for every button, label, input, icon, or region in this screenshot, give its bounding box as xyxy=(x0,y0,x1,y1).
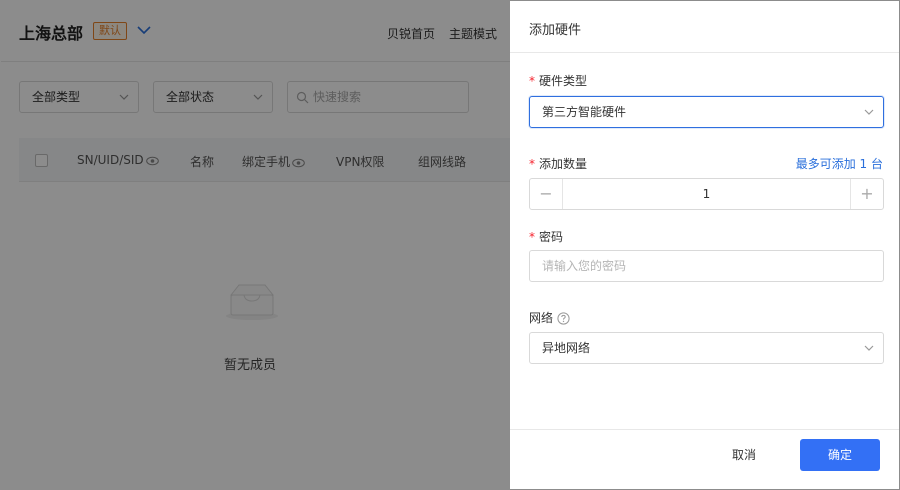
password-input[interactable] xyxy=(529,250,884,282)
drawer-header: 添加硬件 xyxy=(510,1,899,53)
network-value: 异地网络 xyxy=(542,341,591,355)
hardware-type-select[interactable]: 第三方智能硬件 xyxy=(529,96,884,128)
decrement-button[interactable]: − xyxy=(530,179,563,209)
chevron-down-icon xyxy=(864,345,874,351)
quantity-stepper: − 1 + xyxy=(529,178,884,210)
quantity-input[interactable]: 1 xyxy=(563,179,850,209)
hardware-type-label: * 硬件类型 xyxy=(529,74,588,88)
add-hardware-drawer: 添加硬件 * 硬件类型 第三方智能硬件 * 添加数量 最多可添加 1 台 − 1 +… xyxy=(510,1,899,489)
drawer-title: 添加硬件 xyxy=(529,23,582,38)
quantity-label: * 添加数量 xyxy=(529,157,588,171)
network-label: 网络 xyxy=(529,309,570,326)
chevron-down-icon xyxy=(864,109,874,115)
quantity-limit-text: 最多可添加 1 台 xyxy=(795,157,883,171)
app-window: 上海总部 默认 贝锐首页 主题模式 全部类型 全部状态 快速搜索 SN/UID/… xyxy=(0,0,900,490)
network-select[interactable]: 异地网络 xyxy=(529,332,884,364)
drawer-footer: 取消 确定 xyxy=(510,429,899,489)
password-label: * 密码 xyxy=(529,230,564,244)
confirm-button[interactable]: 确定 xyxy=(800,439,880,471)
help-icon[interactable] xyxy=(557,312,570,325)
cancel-button[interactable]: 取消 xyxy=(706,439,782,471)
hardware-type-value: 第三方智能硬件 xyxy=(542,105,627,119)
increment-button[interactable]: + xyxy=(850,179,883,209)
